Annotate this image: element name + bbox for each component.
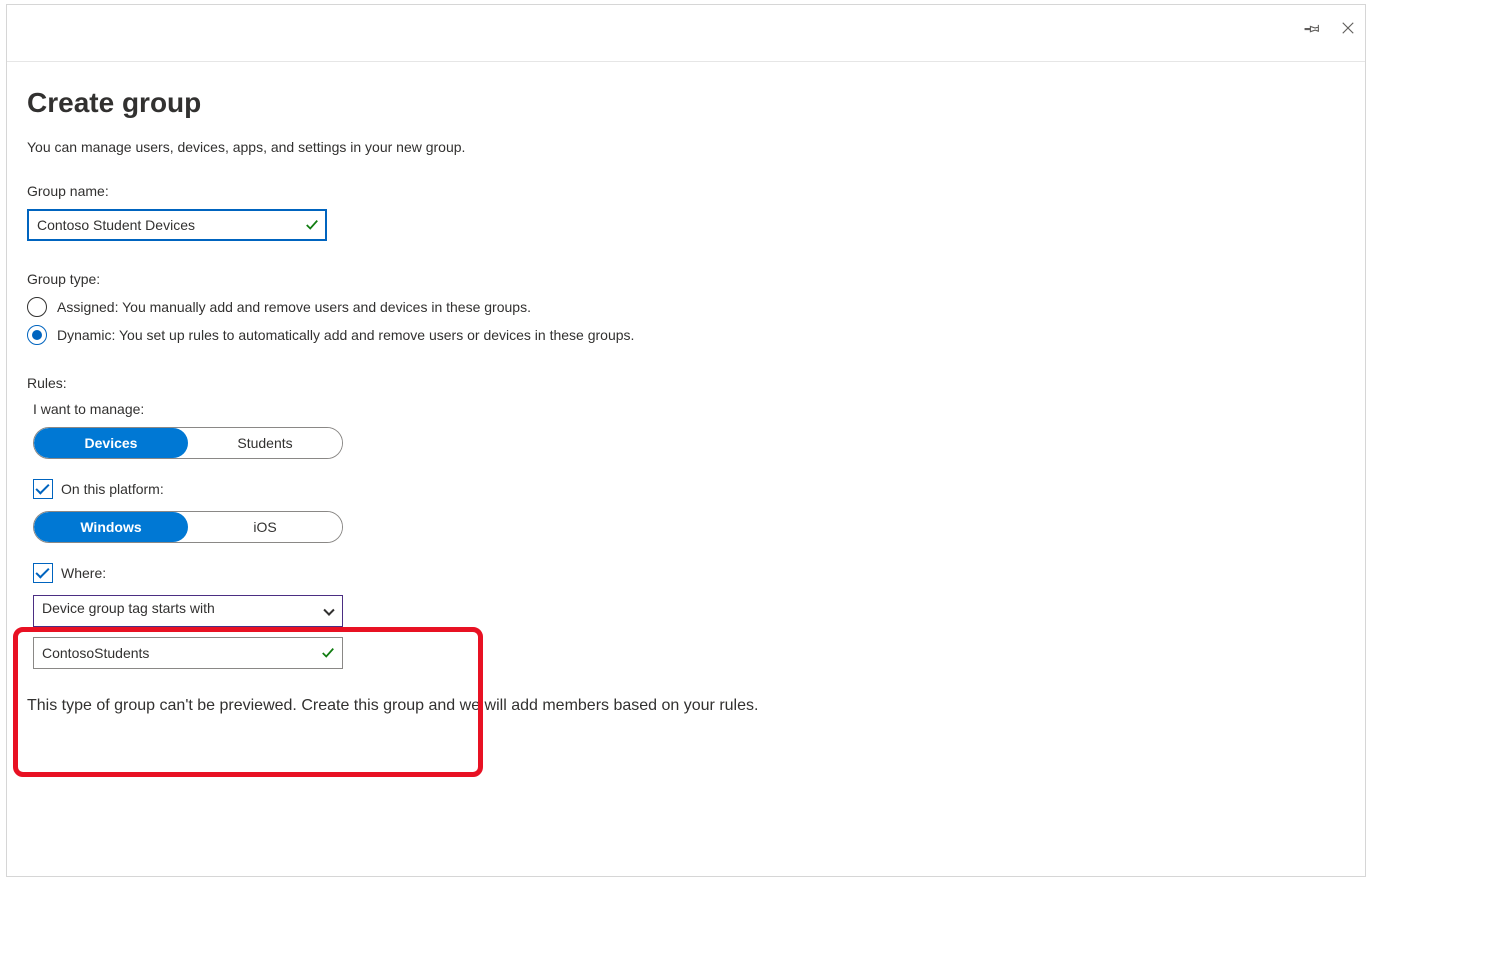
- rules-label: Rules:: [27, 375, 1345, 391]
- page-title: Create group: [27, 87, 1345, 119]
- toggle-students[interactable]: Students: [188, 428, 342, 458]
- platform-label: On this platform:: [61, 481, 164, 497]
- manage-toggle: Devices Students: [33, 427, 343, 459]
- where-value-input[interactable]: [33, 637, 343, 669]
- create-group-panel: Create group You can manage users, devic…: [6, 4, 1366, 877]
- group-type-dynamic[interactable]: Dynamic: You set up rules to automatical…: [27, 325, 1345, 345]
- where-checkbox[interactable]: [33, 563, 53, 583]
- group-type-label: Group type:: [27, 271, 1345, 287]
- where-label: Where:: [61, 565, 106, 581]
- assigned-label: Assigned: You manually add and remove us…: [57, 299, 531, 315]
- platform-checkbox[interactable]: [33, 479, 53, 499]
- preview-note: This type of group can't be previewed. C…: [27, 697, 1345, 715]
- group-type-assigned[interactable]: Assigned: You manually add and remove us…: [27, 297, 1345, 317]
- where-condition-select[interactable]: Device group tag starts with: [33, 595, 343, 627]
- platform-toggle: Windows iOS: [33, 511, 343, 543]
- toggle-windows[interactable]: Windows: [34, 512, 188, 542]
- group-name-input[interactable]: [27, 209, 327, 241]
- toggle-devices[interactable]: Devices: [34, 428, 188, 458]
- checkmark-icon: [305, 218, 319, 232]
- group-name-label: Group name:: [27, 183, 1345, 199]
- page-description: You can manage users, devices, apps, and…: [27, 139, 1345, 155]
- radio-unchecked-icon: [27, 297, 47, 317]
- toggle-ios[interactable]: iOS: [188, 512, 342, 542]
- manage-label: I want to manage:: [33, 401, 1345, 417]
- dynamic-label: Dynamic: You set up rules to automatical…: [57, 327, 634, 343]
- radio-checked-icon: [27, 325, 47, 345]
- checkmark-icon: [321, 646, 335, 660]
